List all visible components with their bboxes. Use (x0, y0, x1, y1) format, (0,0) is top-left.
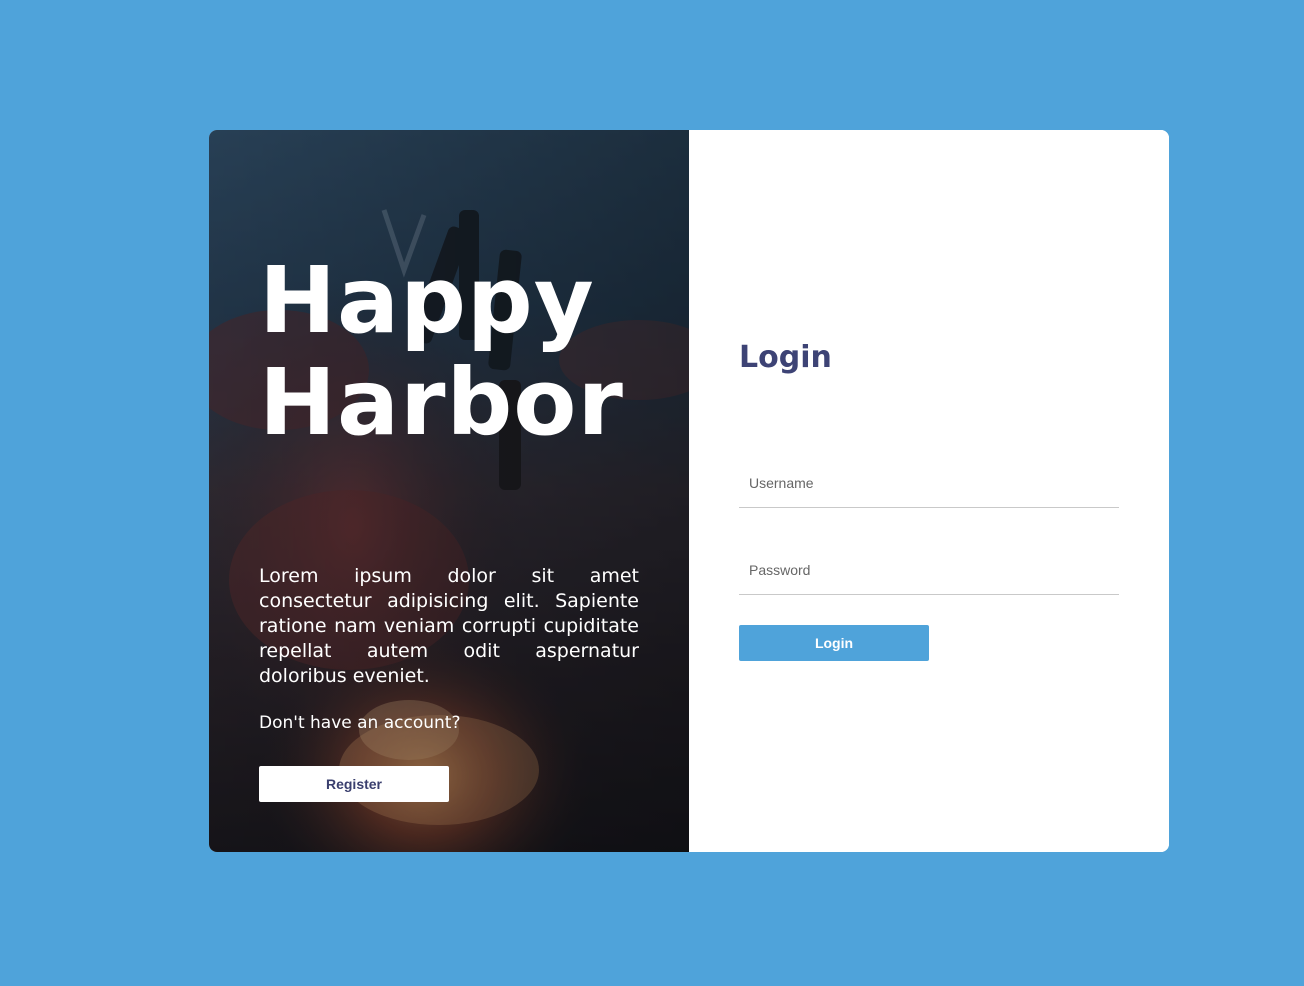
brand-title-line-1: Happy (259, 247, 595, 354)
auth-card: Happy Harbor Lorem ipsum dolor sit amet … (209, 130, 1169, 852)
brand-title-line-2: Harbor (259, 349, 624, 456)
login-title: Login (739, 340, 832, 375)
username-field (739, 459, 1119, 508)
register-button[interactable]: Register (259, 766, 449, 802)
login-panel: Login Login (689, 130, 1169, 852)
password-input[interactable] (739, 546, 1119, 594)
brand-title: Happy Harbor (259, 250, 624, 454)
signup-prompt: Don't have an account? (259, 713, 461, 733)
login-button[interactable]: Login (739, 625, 929, 661)
hero-panel: Happy Harbor Lorem ipsum dolor sit amet … (209, 130, 689, 852)
password-field (739, 546, 1119, 595)
username-input[interactable] (739, 459, 1119, 507)
hero-content: Happy Harbor Lorem ipsum dolor sit amet … (259, 130, 639, 852)
hero-description: Lorem ipsum dolor sit amet consectetur a… (259, 565, 639, 687)
